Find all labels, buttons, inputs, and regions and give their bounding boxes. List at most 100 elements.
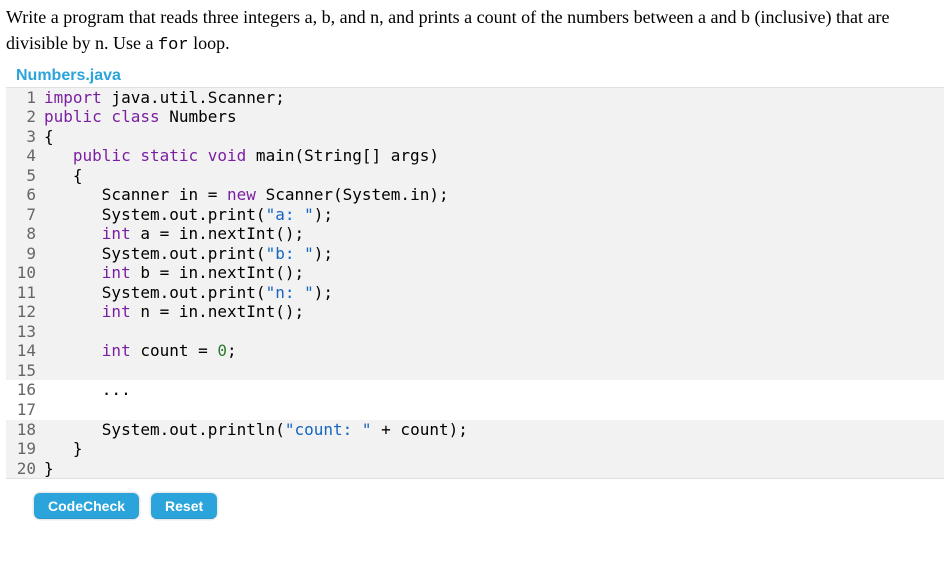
code-line: 1import java.util.Scanner; bbox=[6, 88, 944, 108]
code-token: "count: " bbox=[285, 420, 372, 439]
line-number: 2 bbox=[6, 107, 44, 127]
line-number: 13 bbox=[6, 322, 44, 342]
code-token: int bbox=[102, 302, 131, 321]
line-number: 7 bbox=[6, 205, 44, 225]
code-line: 11 System.out.print("n: "); bbox=[6, 283, 944, 303]
code-text: { bbox=[44, 127, 944, 147]
line-number: 6 bbox=[6, 185, 44, 205]
problem-statement: Write a program that reads three integer… bbox=[6, 4, 944, 59]
code-token: a = in.nextInt(); bbox=[131, 224, 304, 243]
code-text: } bbox=[44, 459, 944, 479]
code-text: int n = in.nextInt(); bbox=[44, 302, 944, 322]
code-token: ); bbox=[314, 244, 333, 263]
code-token: } bbox=[44, 459, 54, 478]
line-number: 12 bbox=[6, 302, 44, 322]
line-number: 1 bbox=[6, 88, 44, 108]
code-line-editable[interactable]: 16 ... bbox=[6, 380, 944, 400]
code-text: System.out.print("n: "); bbox=[44, 283, 944, 303]
line-number: 20 bbox=[6, 459, 44, 479]
code-text: System.out.print("a: "); bbox=[44, 205, 944, 225]
code-token bbox=[44, 224, 102, 243]
button-row: CodeCheck Reset bbox=[6, 489, 944, 525]
code-line: 14 int count = 0; bbox=[6, 341, 944, 361]
code-text[interactable] bbox=[44, 400, 944, 420]
code-line: 18 System.out.println("count: " + count)… bbox=[6, 420, 944, 440]
code-token: ); bbox=[314, 205, 333, 224]
reset-button[interactable]: Reset bbox=[151, 493, 217, 519]
code-token: "b: " bbox=[266, 244, 314, 263]
code-line-editable[interactable]: 17 bbox=[6, 400, 944, 420]
code-token: System.out.print( bbox=[44, 244, 266, 263]
code-line: 9 System.out.print("b: "); bbox=[6, 244, 944, 264]
code-line: 10 int b = in.nextInt(); bbox=[6, 263, 944, 283]
code-token: System.out.print( bbox=[44, 283, 266, 302]
code-text: System.out.print("b: "); bbox=[44, 244, 944, 264]
code-line: 19 } bbox=[6, 439, 944, 459]
line-number: 4 bbox=[6, 146, 44, 166]
problem-text-prefix: Write a program that reads three integer… bbox=[6, 7, 889, 53]
code-token: + count); bbox=[372, 420, 468, 439]
code-text: } bbox=[44, 439, 944, 459]
code-line: 15 bbox=[6, 361, 944, 381]
code-token: public class bbox=[44, 107, 160, 126]
code-token: Scanner(System.in); bbox=[256, 185, 449, 204]
code-line: 8 int a = in.nextInt(); bbox=[6, 224, 944, 244]
code-text: int count = 0; bbox=[44, 341, 944, 361]
code-line: 7 System.out.print("a: "); bbox=[6, 205, 944, 225]
code-token: java.util.Scanner; bbox=[102, 88, 285, 107]
line-number: 5 bbox=[6, 166, 44, 186]
code-token bbox=[44, 263, 102, 282]
code-token: b = in.nextInt(); bbox=[131, 263, 304, 282]
code-token: ; bbox=[227, 341, 237, 360]
line-number: 11 bbox=[6, 283, 44, 303]
code-token: { bbox=[44, 166, 83, 185]
code-text[interactable]: ... bbox=[44, 380, 944, 400]
code-text: { bbox=[44, 166, 944, 186]
code-token: System.out.print( bbox=[44, 205, 266, 224]
code-token: } bbox=[44, 439, 83, 458]
code-token: "a: " bbox=[266, 205, 314, 224]
line-number: 3 bbox=[6, 127, 44, 147]
line-number: 10 bbox=[6, 263, 44, 283]
code-token: System.out.println( bbox=[44, 420, 285, 439]
line-number: 19 bbox=[6, 439, 44, 459]
line-number: 17 bbox=[6, 400, 44, 420]
problem-text-suffix: loop. bbox=[193, 33, 230, 53]
code-text bbox=[44, 322, 944, 342]
code-token: main(String[] args) bbox=[246, 146, 439, 165]
code-token bbox=[44, 302, 102, 321]
code-token: Scanner in = bbox=[44, 185, 227, 204]
line-number: 16 bbox=[6, 380, 44, 400]
code-text: Scanner in = new Scanner(System.in); bbox=[44, 185, 944, 205]
code-text bbox=[44, 361, 944, 381]
line-number: 18 bbox=[6, 420, 44, 440]
code-line: 3{ bbox=[6, 127, 944, 147]
code-token: { bbox=[44, 127, 54, 146]
code-text: int a = in.nextInt(); bbox=[44, 224, 944, 244]
code-token bbox=[44, 146, 73, 165]
code-text: public static void main(String[] args) bbox=[44, 146, 944, 166]
code-token: ... bbox=[44, 380, 131, 399]
line-number: 9 bbox=[6, 244, 44, 264]
line-number: 8 bbox=[6, 224, 44, 244]
code-line: 6 Scanner in = new Scanner(System.in); bbox=[6, 185, 944, 205]
line-number: 14 bbox=[6, 341, 44, 361]
code-line: 20} bbox=[6, 459, 944, 479]
code-line: 4 public static void main(String[] args) bbox=[6, 146, 944, 166]
line-number: 15 bbox=[6, 361, 44, 381]
code-token: import bbox=[44, 88, 102, 107]
code-token: 0 bbox=[217, 341, 227, 360]
code-line: 2public class Numbers bbox=[6, 107, 944, 127]
code-text: System.out.println("count: " + count); bbox=[44, 420, 944, 440]
code-token: int bbox=[102, 224, 131, 243]
code-token: n = in.nextInt(); bbox=[131, 302, 304, 321]
code-text: import java.util.Scanner; bbox=[44, 88, 944, 108]
code-token: new bbox=[227, 185, 256, 204]
filename-label: Numbers.java bbox=[16, 67, 944, 85]
code-token: Numbers bbox=[160, 107, 237, 126]
code-line: 12 int n = in.nextInt(); bbox=[6, 302, 944, 322]
codecheck-button[interactable]: CodeCheck bbox=[34, 493, 139, 519]
code-token: "n: " bbox=[266, 283, 314, 302]
code-token bbox=[44, 341, 102, 360]
code-editor: 1import java.util.Scanner;2public class … bbox=[6, 87, 944, 479]
